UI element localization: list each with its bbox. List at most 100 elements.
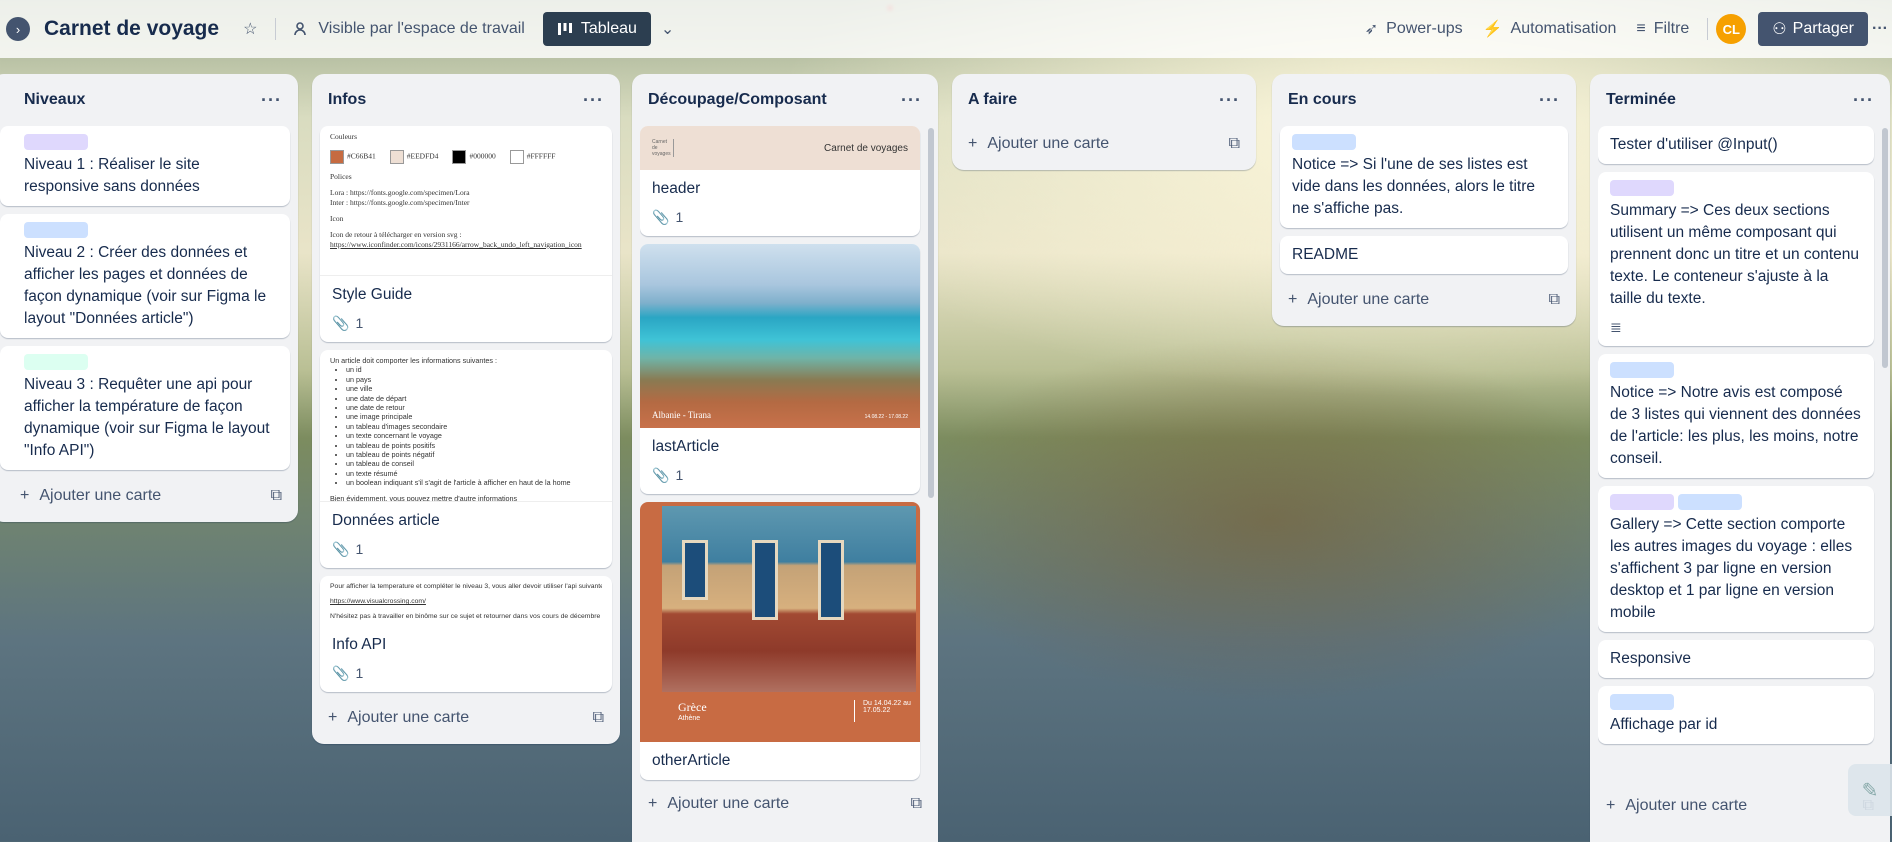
add-member-icon: ⚇ — [1772, 21, 1787, 38]
attachment-icon: 📎 — [332, 315, 350, 331]
card-label[interactable] — [1610, 180, 1674, 196]
board-title[interactable]: Carnet de voyage — [44, 17, 219, 41]
doc-text: Un article doit comporter les informatio… — [330, 356, 497, 365]
card-label[interactable] — [1678, 494, 1742, 510]
star-button[interactable]: ☆ — [233, 12, 267, 46]
avatar[interactable]: CL — [1716, 14, 1747, 44]
card-niveau-1[interactable]: Niveau 1 : Réaliser le site responsive s… — [0, 126, 290, 206]
expand-sidebar-icon[interactable]: › — [6, 17, 30, 41]
workspace-people-icon — [294, 22, 307, 36]
card-cover-document: Un article doit comporter les informatio… — [320, 350, 612, 502]
template-icon[interactable]: ⧉ — [1549, 291, 1560, 309]
list-title[interactable]: Terminée — [1606, 91, 1676, 109]
color-swatches: #C66B41 #EEDFD4 #000000 #FFFFFF — [330, 150, 602, 164]
list-title[interactable]: Infos — [328, 91, 366, 109]
filter-label: Filtre — [1653, 20, 1690, 37]
template-icon[interactable]: ⧉ — [593, 709, 604, 727]
card-tester-input[interactable]: Tester d'utiliser @Input() — [1598, 126, 1874, 164]
add-card-button[interactable]: + Ajouter une carte — [20, 487, 161, 505]
list-title[interactable]: Niveaux — [8, 91, 85, 109]
add-card-label: Ajouter une carte — [39, 487, 162, 504]
list-title[interactable]: En cours — [1288, 91, 1356, 109]
card-niveau-3[interactable]: Niveau 3 : Requêter une api pour affiche… — [0, 346, 290, 470]
view-board-button[interactable]: Tableau — [542, 12, 651, 46]
doc-text: Polices — [330, 172, 352, 181]
swatch — [509, 150, 524, 164]
card-gallery[interactable]: Gallery => Cette section comporte les au… — [1598, 486, 1874, 632]
automation-button[interactable]: ⚡ Automatisation — [1473, 12, 1627, 46]
add-card-button[interactable]: + Ajouter une carte — [1288, 291, 1429, 309]
list-menu-icon[interactable]: ··· — [583, 90, 604, 111]
card-title: Responsive — [1610, 650, 1691, 667]
card-title: Notice => Si l'une de ses listes est vid… — [1292, 156, 1535, 217]
card-responsive[interactable]: Responsive — [1598, 640, 1874, 678]
card-title: Niveau 2 : Créer des données et afficher… — [24, 244, 267, 327]
share-button[interactable]: ⚇ Partager — [1758, 12, 1869, 46]
add-card-button[interactable]: + Ajouter une carte — [328, 709, 469, 727]
list-title[interactable]: Découpage/Composant — [648, 91, 827, 109]
card-label[interactable] — [24, 354, 88, 370]
card-notice-listes[interactable]: Notice => Si l'une de ses listes est vid… — [1280, 126, 1568, 228]
doc-text: Pour afficher la temperature et compléte… — [330, 583, 602, 590]
card-header[interactable]: Carnet de voyages Carnet de voyages head… — [640, 126, 920, 236]
doc-text: N'hésitez pas à travailler en binôme sur… — [330, 613, 602, 620]
list-menu-icon[interactable]: ··· — [901, 90, 922, 111]
card-title: header — [652, 180, 701, 197]
card-notice-avis[interactable]: Notice => Notre avis est composé de 3 li… — [1598, 354, 1874, 478]
card-title: otherArticle — [652, 752, 731, 769]
powerups-button[interactable]: ➶ Power-ups — [1355, 12, 1473, 46]
template-icon[interactable]: ⧉ — [271, 487, 282, 505]
card-title: Affichage par id — [1610, 716, 1718, 733]
card-readme[interactable]: README — [1280, 236, 1568, 274]
card-title: lastArticle — [652, 438, 720, 455]
doc-text: #C66B41 — [347, 151, 376, 161]
card-label[interactable] — [1610, 494, 1674, 510]
card-affichage-id[interactable]: Affichage par id — [1598, 686, 1874, 744]
list-scrollbar[interactable] — [1882, 128, 1888, 368]
edit-floating-button[interactable]: ✎ — [1848, 764, 1892, 816]
plus-icon: + — [20, 487, 30, 504]
doc-list-item: une date de retour — [346, 403, 602, 412]
card-niveau-2[interactable]: Niveau 2 : Créer des données et afficher… — [0, 214, 290, 338]
board-menu-button[interactable]: ··· — [1868, 12, 1892, 46]
card-style-guide[interactable]: Couleurs #C66B41 #EEDFD4 #000000 #FFFFFF… — [320, 126, 612, 342]
card-label[interactable] — [24, 222, 88, 238]
visibility-button[interactable]: Visible par l'espace de travail — [284, 12, 534, 46]
card-title: Niveau 3 : Requêter une api pour affiche… — [24, 376, 270, 459]
add-card-button[interactable]: + Ajouter une carte — [1606, 797, 1747, 815]
template-icon[interactable]: ⧉ — [1229, 135, 1240, 153]
card-donnees-article[interactable]: Un article doit comporter les informatio… — [320, 350, 612, 568]
filter-button[interactable]: ≡ Filtre — [1626, 12, 1699, 46]
doc-text: #EEDFD4 — [406, 151, 439, 161]
add-card-label: Ajouter une carte — [987, 135, 1110, 152]
list-menu-icon[interactable]: ··· — [1539, 90, 1560, 111]
card-label[interactable] — [24, 134, 88, 150]
list-menu-icon[interactable]: ··· — [1853, 90, 1874, 111]
card-last-article[interactable]: Albanie - Tirana 14.08.22 - 17.08.22 las… — [640, 244, 920, 494]
card-title: Niveau 1 : Réaliser le site responsive s… — [24, 156, 200, 195]
template-icon[interactable]: ⧉ — [911, 795, 922, 813]
card-label[interactable] — [1292, 134, 1356, 150]
add-card-button[interactable]: + Ajouter une carte — [968, 135, 1109, 153]
view-switcher-button[interactable]: ⌄ — [651, 12, 684, 46]
list-menu-icon[interactable]: ··· — [261, 90, 282, 111]
description-icon: ≣ — [1610, 319, 1622, 335]
powerups-label: Power-ups — [1386, 20, 1463, 37]
card-label[interactable] — [1610, 362, 1674, 378]
attachment-count: 1 — [675, 467, 684, 483]
card-label[interactable] — [1610, 694, 1674, 710]
card-title: Info API — [332, 636, 387, 653]
card-other-article[interactable]: Grèce Athène Du 14.04.22 au 17.05.22 othe… — [640, 502, 920, 780]
add-card-button[interactable]: + Ajouter une carte — [648, 795, 789, 813]
card-info-api[interactable]: Pour afficher la temperature et compléte… — [320, 576, 612, 692]
card-cover-document: Pour afficher la temperature et compléte… — [320, 576, 612, 626]
card-cover-header-mockup: Carnet de voyages Carnet de voyages — [640, 126, 920, 170]
card-title: Gallery => Cette section comporte les au… — [1610, 516, 1853, 621]
list-scrollbar[interactable] — [928, 128, 934, 498]
card-summary[interactable]: Summary => Ces deux sections utilisent u… — [1598, 172, 1874, 346]
doc-list-item: un texte résumé — [346, 469, 602, 478]
list-title[interactable]: A faire — [968, 91, 1017, 109]
list-menu-icon[interactable]: ··· — [1219, 90, 1240, 111]
add-card-label: Ajouter une carte — [347, 709, 470, 726]
doc-list-item: un pays — [346, 375, 602, 384]
